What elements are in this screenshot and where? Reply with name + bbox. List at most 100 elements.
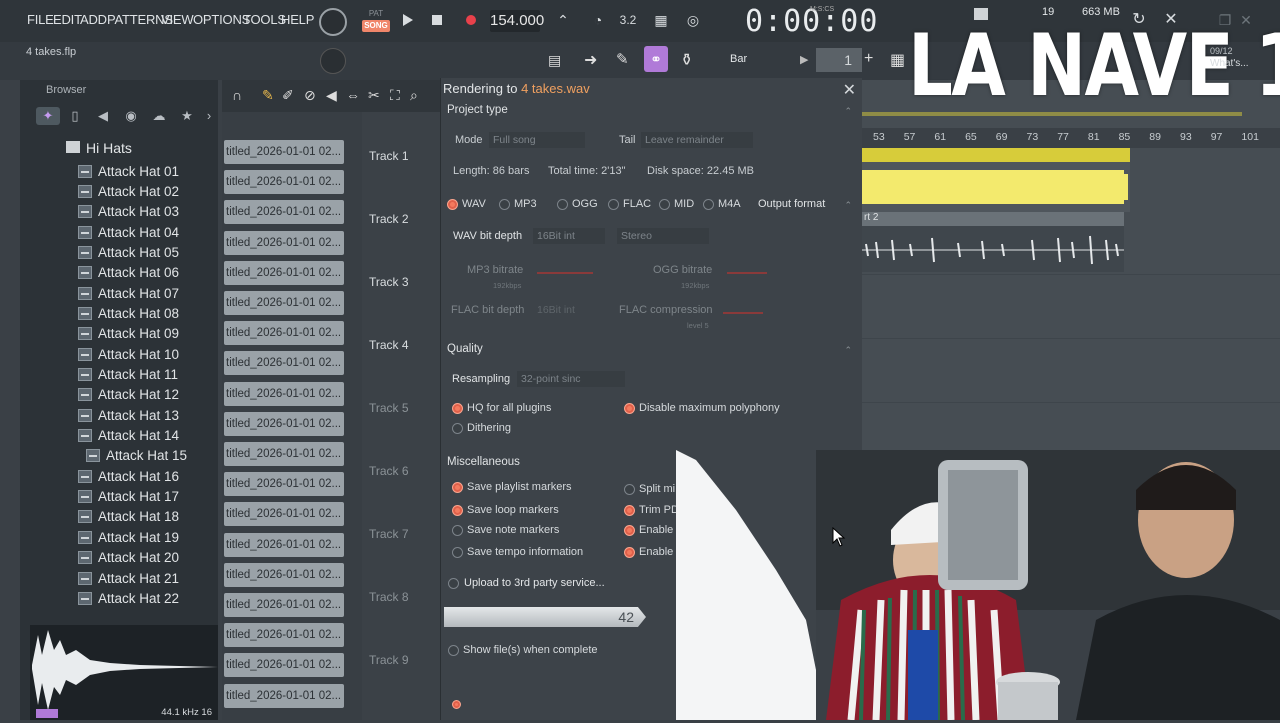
- ogg-bitrate-slider[interactable]: [727, 272, 767, 274]
- menu-file[interactable]: FILE: [27, 12, 54, 27]
- format-radio-mp3[interactable]: [499, 199, 510, 210]
- dithering-checkbox[interactable]: [452, 423, 463, 434]
- list-item[interactable]: Attack Hat 18: [78, 507, 179, 527]
- list-item[interactable]: Attack Hat 20: [78, 548, 179, 568]
- menu-add[interactable]: ADD: [80, 12, 107, 27]
- audio-clip-item[interactable]: titled_2026-01-01 02...: [224, 683, 344, 708]
- save-note-markers-checkbox[interactable]: [452, 525, 463, 536]
- audio-clip-item[interactable]: titled_2026-01-01 02...: [224, 291, 344, 315]
- list-item[interactable]: Attack Hat 17: [78, 487, 179, 507]
- select-icon[interactable]: ⛶: [390, 87, 400, 104]
- show-files-checkbox[interactable]: [448, 645, 459, 656]
- countdown-icon[interactable]: 3.2: [617, 9, 639, 31]
- menu-options[interactable]: OPTIONS: [193, 12, 250, 27]
- slip-icon[interactable]: ⇔: [346, 87, 360, 103]
- mp3-bitrate-slider[interactable]: [537, 272, 593, 274]
- list-item[interactable]: Attack Hat 14: [78, 426, 179, 446]
- menu-edit[interactable]: EDIT: [53, 12, 82, 27]
- render-file-name[interactable]: 4 takes.wav: [521, 81, 590, 96]
- audio-clip-item[interactable]: titled_2026-01-01 02...: [224, 532, 344, 557]
- list-item[interactable]: Attack Hat 16: [78, 466, 179, 486]
- section-quality[interactable]: Quality: [447, 343, 483, 355]
- file-icon[interactable]: ▯: [66, 107, 84, 125]
- list-item[interactable]: Attack Hat 05: [78, 242, 179, 262]
- audio-clip-item[interactable]: titled_2026-01-01 02...: [224, 653, 344, 678]
- speaker-icon[interactable]: ◀: [94, 107, 112, 125]
- slice-icon[interactable]: ✂: [368, 87, 380, 104]
- piano-icon[interactable]: ▤: [548, 52, 570, 70]
- menu-tools[interactable]: TOOLS: [243, 12, 286, 27]
- audio-clip-grey-header[interactable]: rt 2: [862, 212, 1124, 226]
- tail-select[interactable]: Leave remainder: [641, 132, 753, 148]
- audio-clip-item[interactable]: titled_2026-01-01 02...: [224, 200, 344, 225]
- list-item[interactable]: Attack Hat 13: [78, 405, 179, 425]
- menu-help[interactable]: HELP: [281, 12, 314, 27]
- mute-icon[interactable]: ◀: [326, 87, 337, 104]
- audio-clip-item[interactable]: titled_2026-01-01 02...: [224, 411, 344, 436]
- track-header[interactable]: Track 8: [369, 590, 409, 604]
- track-header[interactable]: Track 5: [369, 401, 409, 415]
- audio-clip-item[interactable]: titled_2026-01-01 02...: [224, 442, 344, 466]
- timeline-ruler[interactable]: 53 57 61 65 69 73 77 81 85 89 93 97 101: [862, 128, 1280, 148]
- audio-clip-item[interactable]: titled_2026-01-01 02...: [224, 321, 344, 346]
- section-miscellaneous[interactable]: Miscellaneous: [447, 456, 520, 468]
- metronome-icon[interactable]: ⌃: [552, 9, 574, 31]
- wait-input-icon[interactable]: ◔: [587, 9, 609, 31]
- audio-clip-grey[interactable]: [862, 226, 1124, 272]
- flac-compression-slider[interactable]: [723, 312, 763, 314]
- stamp-icon[interactable]: ⚱: [680, 50, 693, 70]
- track-header[interactable]: Track 3: [369, 275, 409, 289]
- pencil-icon[interactable]: ✎: [262, 87, 274, 104]
- mode-select[interactable]: Full song: [489, 132, 585, 148]
- track-header[interactable]: Track 1: [369, 149, 409, 163]
- delete-icon[interactable]: ⊘: [304, 87, 316, 104]
- format-radio-flac[interactable]: [608, 199, 619, 210]
- list-item[interactable]: Attack Hat 07: [78, 283, 179, 303]
- resampling-select[interactable]: 32-point sinc: [517, 371, 625, 387]
- enable-option-2-checkbox[interactable]: [624, 547, 635, 558]
- list-item[interactable]: Attack Hat 19: [78, 527, 179, 547]
- list-item[interactable]: Attack Hat 04: [78, 222, 179, 242]
- menu-view[interactable]: VIEW: [161, 12, 194, 27]
- all-files-icon[interactable]: ✦: [36, 107, 60, 125]
- list-item[interactable]: Attack Hat 11: [78, 365, 178, 385]
- disable-polyphony-checkbox[interactable]: [624, 403, 635, 414]
- chevron-right-icon[interactable]: ›: [200, 107, 218, 125]
- list-item[interactable]: Attack Hat 01: [78, 161, 179, 181]
- tempo-display[interactable]: 154.000: [490, 10, 544, 32]
- format-radio-wav[interactable]: [447, 199, 458, 210]
- list-item[interactable]: Attack Hat 08: [78, 303, 179, 323]
- track-header[interactable]: Track 7: [369, 527, 409, 541]
- star-icon[interactable]: ★: [178, 107, 196, 125]
- link-icon[interactable]: ⚭: [644, 46, 668, 72]
- folder-hi-hats[interactable]: Hi Hats: [66, 140, 132, 156]
- play-button[interactable]: [396, 9, 418, 31]
- cloud-icon[interactable]: ☁: [150, 107, 168, 125]
- audio-clip-header[interactable]: [862, 148, 1130, 162]
- chevron-up-icon[interactable]: ⌃: [844, 200, 852, 211]
- preview-marker[interactable]: [36, 709, 58, 718]
- track-header[interactable]: Track 4: [369, 338, 409, 352]
- loop-record-icon[interactable]: ◎: [682, 9, 704, 31]
- plugin-icon[interactable]: ◉: [122, 107, 140, 125]
- section-project-type[interactable]: Project type: [447, 104, 508, 116]
- list-item[interactable]: Attack Hat 21: [78, 568, 179, 588]
- close-icon[interactable]: ✕: [843, 80, 856, 100]
- audio-clip-item[interactable]: titled_2026-01-01 02...: [224, 170, 344, 195]
- magnet-icon[interactable]: ∩: [232, 87, 242, 103]
- snap-value[interactable]: Bar: [730, 53, 747, 65]
- format-radio-ogg[interactable]: [557, 199, 568, 210]
- list-item[interactable]: Attack Hat 12: [78, 385, 179, 405]
- stop-button[interactable]: [426, 9, 448, 31]
- chevron-up-icon[interactable]: ⌃: [844, 106, 852, 117]
- list-item[interactable]: Attack Hat 10: [78, 344, 179, 364]
- play-pattern-icon[interactable]: ▶: [800, 53, 808, 66]
- enable-option-1-checkbox[interactable]: [624, 525, 635, 536]
- list-item[interactable]: Attack Hat 06: [78, 263, 179, 283]
- channels-select[interactable]: Stereo: [617, 228, 709, 244]
- brush-icon[interactable]: ✎: [616, 50, 629, 68]
- arrow-right-icon[interactable]: ➜: [584, 50, 597, 70]
- step-edit-icon[interactable]: ▦: [650, 9, 672, 31]
- save-tempo-info-checkbox[interactable]: [452, 547, 463, 558]
- zoom-icon[interactable]: ⌕: [410, 87, 418, 104]
